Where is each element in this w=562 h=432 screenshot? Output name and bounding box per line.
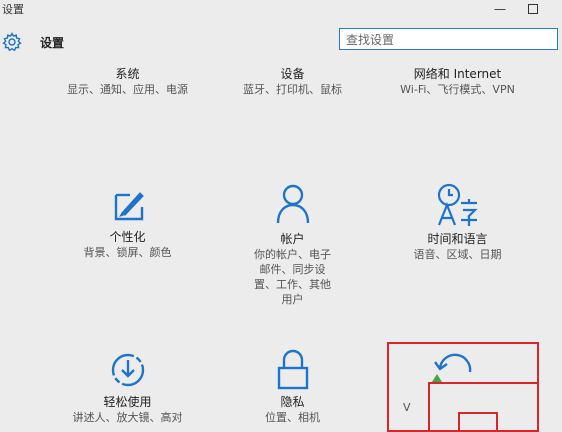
minimize-icon: — (494, 2, 506, 16)
tile-privacy-name: 隐私 (280, 395, 305, 409)
tile-personalization-name: 个性化 (109, 230, 146, 244)
gear-icon (2, 32, 22, 52)
tile-system-desc: 显示、通知、应用、电源 (67, 83, 188, 96)
time-language-icon (437, 183, 478, 226)
account-icon (276, 184, 309, 224)
page-title: 设置 (40, 36, 65, 50)
tile-accounts[interactable]: 帐户 你的帐户、电子邮件、同步设置、工作、其他用户 (250, 183, 335, 307)
search-input[interactable] (340, 30, 557, 50)
search-box[interactable] (339, 28, 558, 50)
tile-accounts-desc: 你的帐户、电子邮件、同步设置、工作、其他用户 (254, 248, 331, 306)
lock-icon (277, 349, 308, 390)
tile-accounts-name: 帐户 (280, 232, 305, 246)
tile-personalization[interactable]: 个性化 背景、锁屏、颜色 (60, 185, 195, 260)
tile-ease-of-access-name: 轻松使用 (103, 395, 152, 409)
tile-devices-desc: 蓝牙、打印机、鼠标 (243, 83, 342, 96)
tile-privacy[interactable]: 隐私 位置、相机 (225, 348, 360, 425)
personalization-icon (114, 192, 144, 221)
title-bar: 设置 — (0, 0, 562, 20)
tile-devices-name: 设备 (280, 67, 305, 81)
maximize-icon (528, 4, 538, 14)
tile-devices[interactable]: 设备 蓝牙、打印机、鼠标 (225, 66, 360, 97)
tile-system-name: 系统 (115, 67, 140, 81)
tile-time-language[interactable]: 时间和语言 语音、区域、日期 (390, 183, 525, 262)
tile-network-name: 网络和 Internet (413, 67, 502, 81)
tile-time-language-desc: 语音、区域、日期 (413, 248, 502, 261)
window-title: 设置 (2, 3, 24, 16)
tile-network-desc: Wi-Fi、飞行模式、VPN (400, 83, 515, 96)
tile-time-language-name: 时间和语言 (427, 232, 488, 246)
tile-network[interactable]: 网络和 Internet Wi-Fi、飞行模式、VPN (385, 66, 530, 97)
tile-system[interactable]: 系统 显示、通知、应用、电源 (60, 66, 195, 97)
minimize-button[interactable]: — (485, 0, 515, 18)
tile-ease-of-access[interactable]: 轻松使用 讲述人、放大镜、高对 (60, 350, 195, 425)
tile-privacy-desc: 位置、相机 (265, 411, 320, 424)
tile-personalization-desc: 背景、锁屏、颜色 (83, 246, 172, 259)
tile-ease-of-access-desc: 讲述人、放大镜、高对 (72, 411, 183, 424)
maximize-button[interactable] (518, 0, 548, 18)
ease-of-access-icon (111, 353, 144, 387)
highlight-box-small (458, 412, 498, 432)
